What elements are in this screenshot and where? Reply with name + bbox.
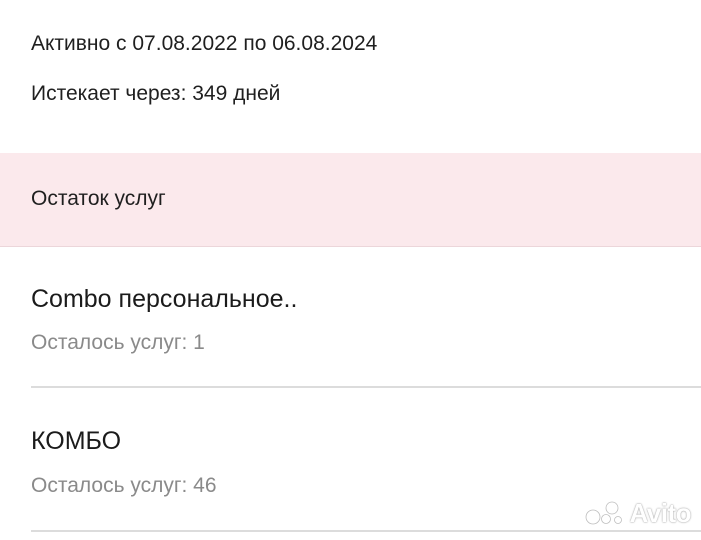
service-name: Combo персональное.. <box>31 285 298 313</box>
remaining-services-header: Остаток услуг <box>0 153 701 247</box>
list-divider <box>31 530 701 532</box>
avito-watermark: Avito <box>585 498 691 528</box>
service-name: КОМБО <box>31 427 122 455</box>
service-list-item[interactable]: Combo персональное.. Осталось услуг: 1 <box>0 246 701 388</box>
service-remaining-count: Осталось услуг: 1 <box>31 331 205 354</box>
active-period-text: Активно с 07.08.2022 по 06.08.2024 <box>31 32 378 55</box>
avito-watermark-text: Avito <box>629 498 691 528</box>
service-remaining-count: Осталось услуг: 46 <box>31 474 217 497</box>
avito-logo-icon <box>586 501 623 525</box>
expires-in-text: Истекает через: 349 дней <box>31 82 281 105</box>
remaining-services-title: Остаток услуг <box>31 187 166 210</box>
